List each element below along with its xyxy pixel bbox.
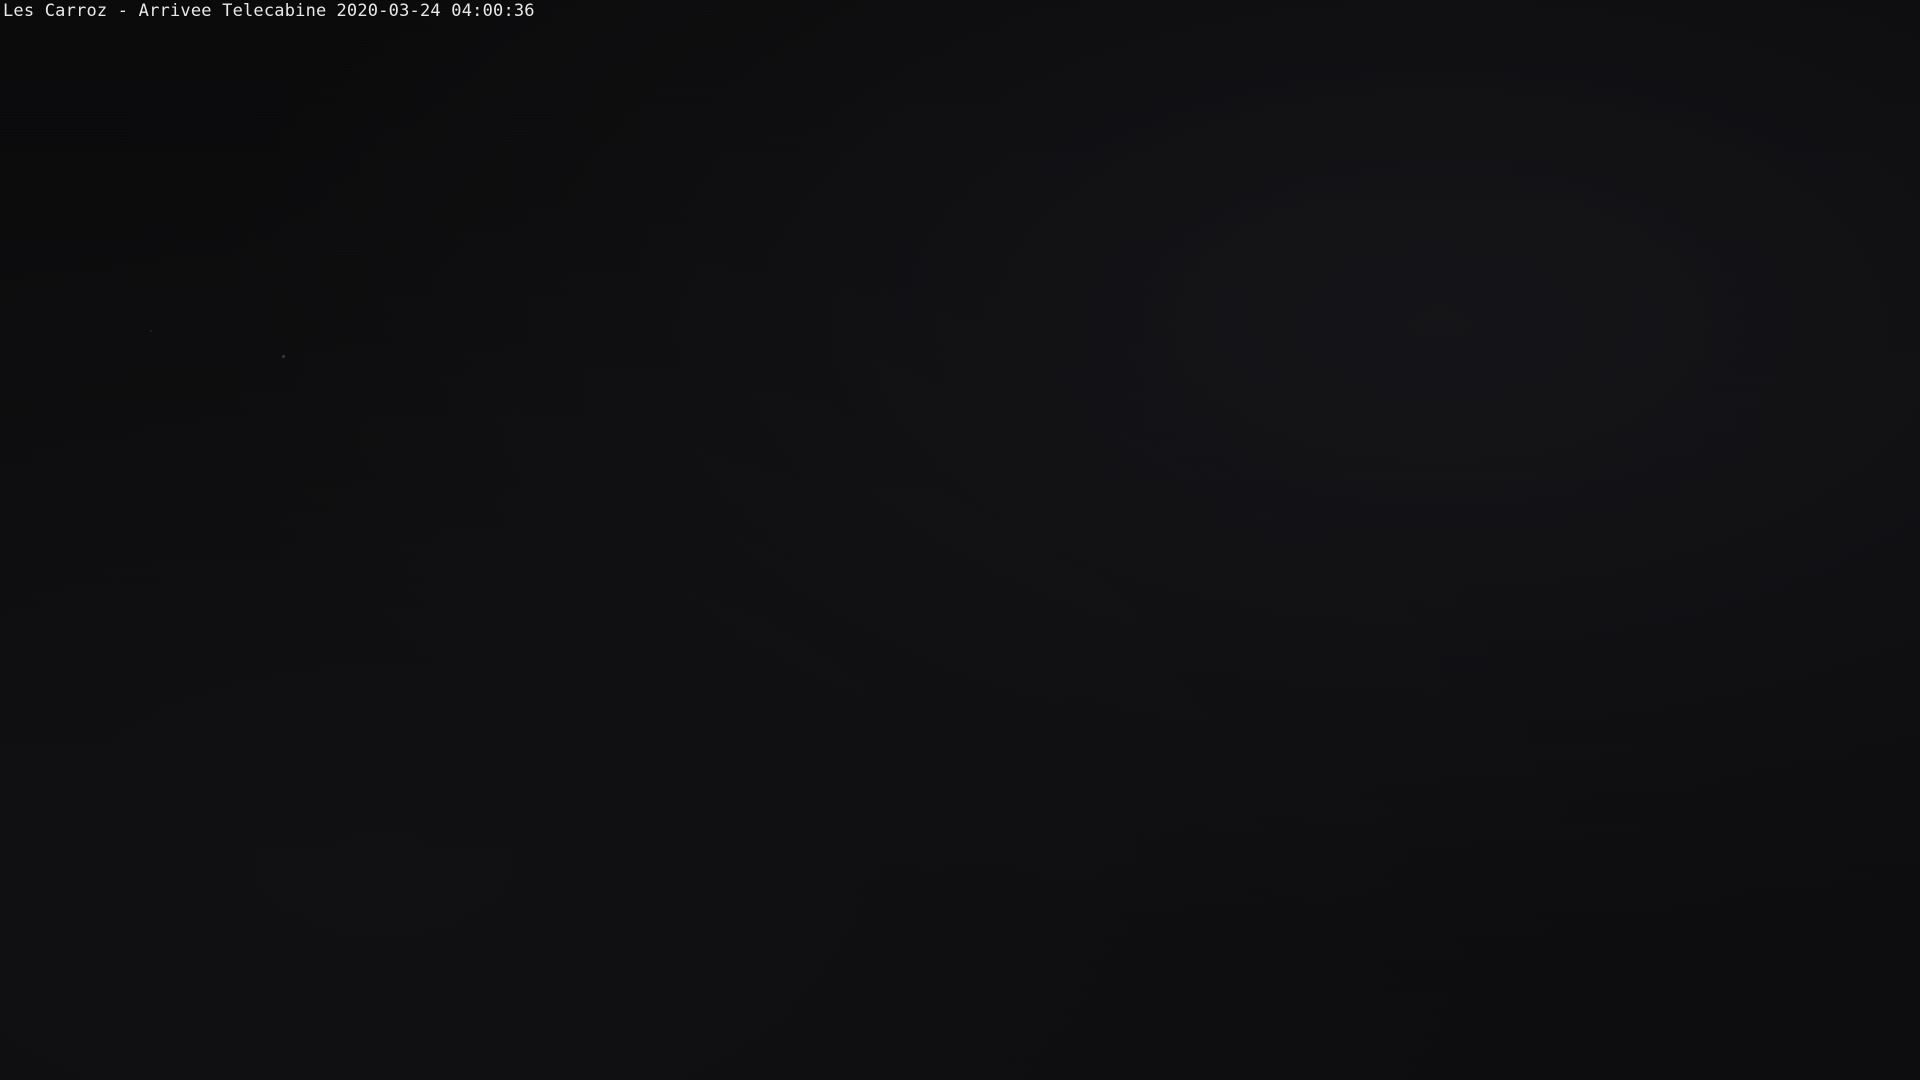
light-speck <box>150 330 152 332</box>
location-label: Les Carroz - Arrivee Telecabine <box>3 1 327 21</box>
timestamp-label: 2020-03-24 04:00:36 <box>336 1 535 21</box>
webcam-caption: Les Carroz - Arrivee Telecabine 2020-03-2… <box>3 0 535 22</box>
light-speck <box>282 355 285 358</box>
sensor-noise <box>0 0 1920 1080</box>
webcam-frame: Les Carroz - Arrivee Telecabine 2020-03-2… <box>0 0 1920 1080</box>
